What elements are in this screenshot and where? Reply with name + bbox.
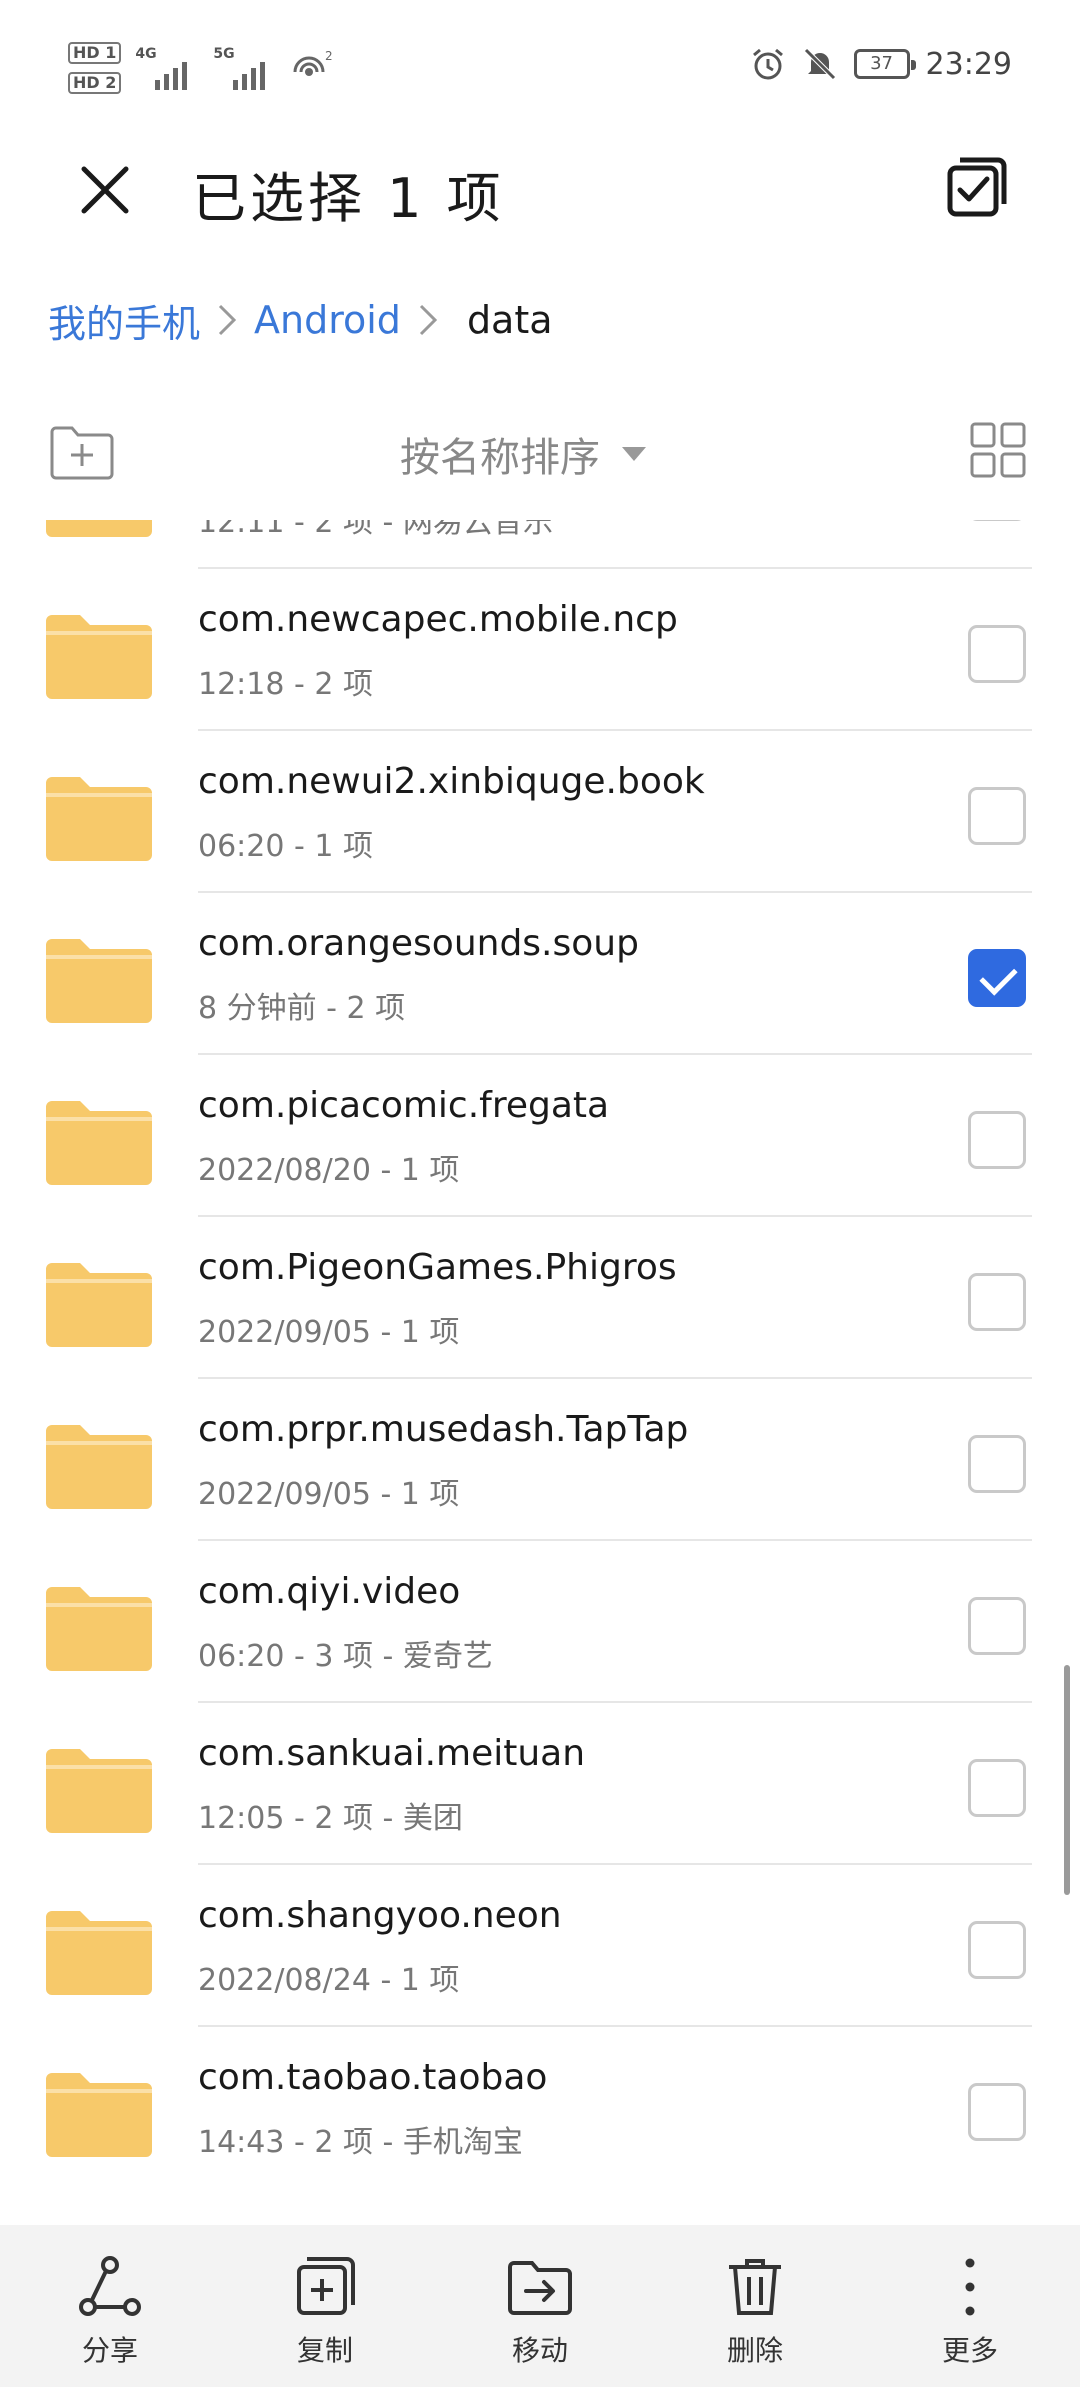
item-checkbox[interactable]: [968, 1273, 1026, 1331]
share-button[interactable]: 分享: [20, 2225, 200, 2387]
status-right: 37 23:29: [750, 44, 1012, 84]
file-meta: 06:20 - 3 项 - 爱奇艺: [198, 1639, 493, 1674]
breadcrumb-android[interactable]: Android: [254, 298, 401, 342]
chevron-right-icon: [401, 302, 455, 338]
battery-icon: 37: [853, 49, 916, 79]
hd-badge-1: HD 1: [68, 42, 122, 64]
item-checkbox[interactable]: [968, 2083, 1026, 2141]
file-meta: 2022/08/24 - 1 项: [198, 1963, 460, 1998]
list-item[interactable]: com.sankuai.meituan 12:05 - 2 项 - 美团: [0, 1703, 1080, 1865]
list-item[interactable]: com.orangesounds.soup 8 分钟前 - 2 项: [0, 893, 1080, 1055]
file-name: com.picacomic.fregata: [198, 1085, 610, 1126]
folder-icon: [46, 1749, 152, 1833]
item-checkbox[interactable]: [968, 787, 1026, 845]
file-name: com.qiyi.video: [198, 1571, 461, 1612]
list-toolbar: 按名称排序: [0, 410, 1080, 500]
file-meta: 14:43 - 2 项 - 手机淘宝: [198, 2125, 523, 2160]
delete-button[interactable]: 删除: [665, 2225, 845, 2387]
move-icon: [508, 2261, 572, 2315]
file-name: com.newui2.xinbiquge.book: [198, 761, 705, 802]
scrollbar[interactable]: [1064, 1665, 1070, 1895]
folder-icon: [46, 1911, 152, 1995]
folder-icon: [46, 1101, 152, 1185]
signal-4g-icon: 4G: [135, 46, 199, 90]
sort-label: 按名称排序: [400, 435, 600, 481]
list-item[interactable]: com.PigeonGames.Phigros 2022/09/05 - 1 项: [0, 1217, 1080, 1379]
list-item[interactable]: com.taobao.taobao 14:43 - 2 项 - 手机淘宝: [0, 2027, 1080, 2189]
share-icon: [79, 2256, 141, 2316]
list-item[interactable]: com.picacomic.fregata 2022/08/20 - 1 项: [0, 1055, 1080, 1217]
file-name: com.newcapec.mobile.ncp: [198, 599, 678, 640]
file-meta: 2022/08/20 - 1 项: [198, 1153, 460, 1188]
item-checkbox[interactable]: [968, 1921, 1026, 1979]
move-button[interactable]: 移动: [450, 2225, 630, 2387]
selection-header: 已选择 1 项: [0, 130, 1080, 240]
mute-bell-icon: [803, 48, 836, 80]
file-name: com.PigeonGames.Phigros: [198, 1247, 677, 1288]
trash-icon: [729, 2259, 781, 2315]
new-folder-icon[interactable]: [48, 422, 116, 482]
item-checkbox[interactable]: [968, 1759, 1026, 1817]
copy-icon: [297, 2257, 355, 2315]
page-title: 已选择 1 项: [192, 167, 505, 230]
file-meta: 8 分钟前 - 2 项: [198, 991, 406, 1026]
file-meta: 12:18 - 2 项: [198, 667, 373, 702]
close-icon[interactable]: [70, 155, 140, 225]
chevron-right-icon: [200, 302, 254, 338]
list-item[interactable]: com.newcapec.mobile.ncp 12:18 - 2 项: [0, 569, 1080, 731]
folder-icon: [46, 1425, 152, 1509]
folder-icon: [46, 520, 152, 537]
status-left: HD 1 HD 2 4G 5G 2: [68, 38, 335, 98]
action-bar: 分享 复制 移动 删除 更多: [0, 2225, 1080, 2387]
more-button[interactable]: 更多: [880, 2225, 1060, 2387]
item-checkbox[interactable]: [968, 1111, 1026, 1169]
item-checkbox[interactable]: [968, 1597, 1026, 1655]
folder-icon: [46, 2073, 152, 2157]
folder-icon: [46, 615, 152, 699]
folder-icon: [46, 777, 152, 861]
signal-5g-icon: 5G: [213, 46, 277, 90]
list-item[interactable]: com.prpr.musedash.TapTap 2022/09/05 - 1 …: [0, 1379, 1080, 1541]
breadcrumb-current: data: [466, 298, 553, 342]
breadcrumb: 我的手机 Android data: [48, 290, 553, 350]
list-item[interactable]: 12:11 - 2 项 - 网易云音乐: [0, 520, 1080, 569]
item-checkbox-checked[interactable]: [968, 949, 1026, 1007]
file-meta: 2022/09/05 - 1 项: [198, 1315, 460, 1350]
file-meta: 2022/09/05 - 1 项: [198, 1477, 460, 1512]
file-name: com.prpr.musedash.TapTap: [198, 1409, 689, 1450]
sort-dropdown[interactable]: 按名称排序: [400, 424, 646, 484]
breadcrumb-my-phone[interactable]: 我的手机: [48, 293, 200, 348]
hd-badge-2: HD 2: [68, 72, 122, 94]
list-item[interactable]: com.newui2.xinbiquge.book 06:20 - 1 项: [0, 731, 1080, 893]
svg-text:2: 2: [325, 49, 333, 63]
item-checkbox[interactable]: [968, 625, 1026, 683]
hotspot-icon: 2: [293, 49, 333, 76]
file-list: 12:11 - 2 项 - 网易云音乐 com.newcapec.mobile.…: [0, 520, 1080, 2225]
file-meta: 12:11 - 2 项 - 网易云音乐: [198, 520, 553, 540]
more-vertical-icon: [965, 2258, 975, 2316]
item-checkbox[interactable]: [968, 1435, 1026, 1493]
list-item[interactable]: com.shangyoo.neon 2022/08/24 - 1 项: [0, 1865, 1080, 2027]
hd-badges: HD 1 HD 2: [68, 42, 122, 94]
file-name: com.shangyoo.neon: [198, 1895, 562, 1936]
select-all-icon[interactable]: [942, 152, 1012, 222]
alarm-icon: [752, 48, 783, 80]
list-item[interactable]: com.qiyi.video 06:20 - 3 项 - 爱奇艺: [0, 1541, 1080, 1703]
folder-icon: [46, 939, 152, 1023]
item-checkbox[interactable]: [968, 520, 1026, 521]
file-meta: 12:05 - 2 项 - 美团: [198, 1801, 463, 1836]
file-meta: 06:20 - 1 项: [198, 829, 373, 864]
status-time: 23:29: [925, 46, 1012, 82]
status-bar: HD 1 HD 2 4G 5G 2 37 23:29: [0, 0, 1080, 120]
folder-icon: [46, 1587, 152, 1671]
file-name: com.taobao.taobao: [198, 2057, 548, 2098]
folder-icon: [46, 1263, 152, 1347]
file-name: com.sankuai.meituan: [198, 1733, 586, 1774]
copy-button[interactable]: 复制: [235, 2225, 415, 2387]
caret-down-icon: [622, 447, 646, 461]
grid-view-icon[interactable]: [968, 420, 1028, 480]
file-name: com.orangesounds.soup: [198, 923, 639, 964]
